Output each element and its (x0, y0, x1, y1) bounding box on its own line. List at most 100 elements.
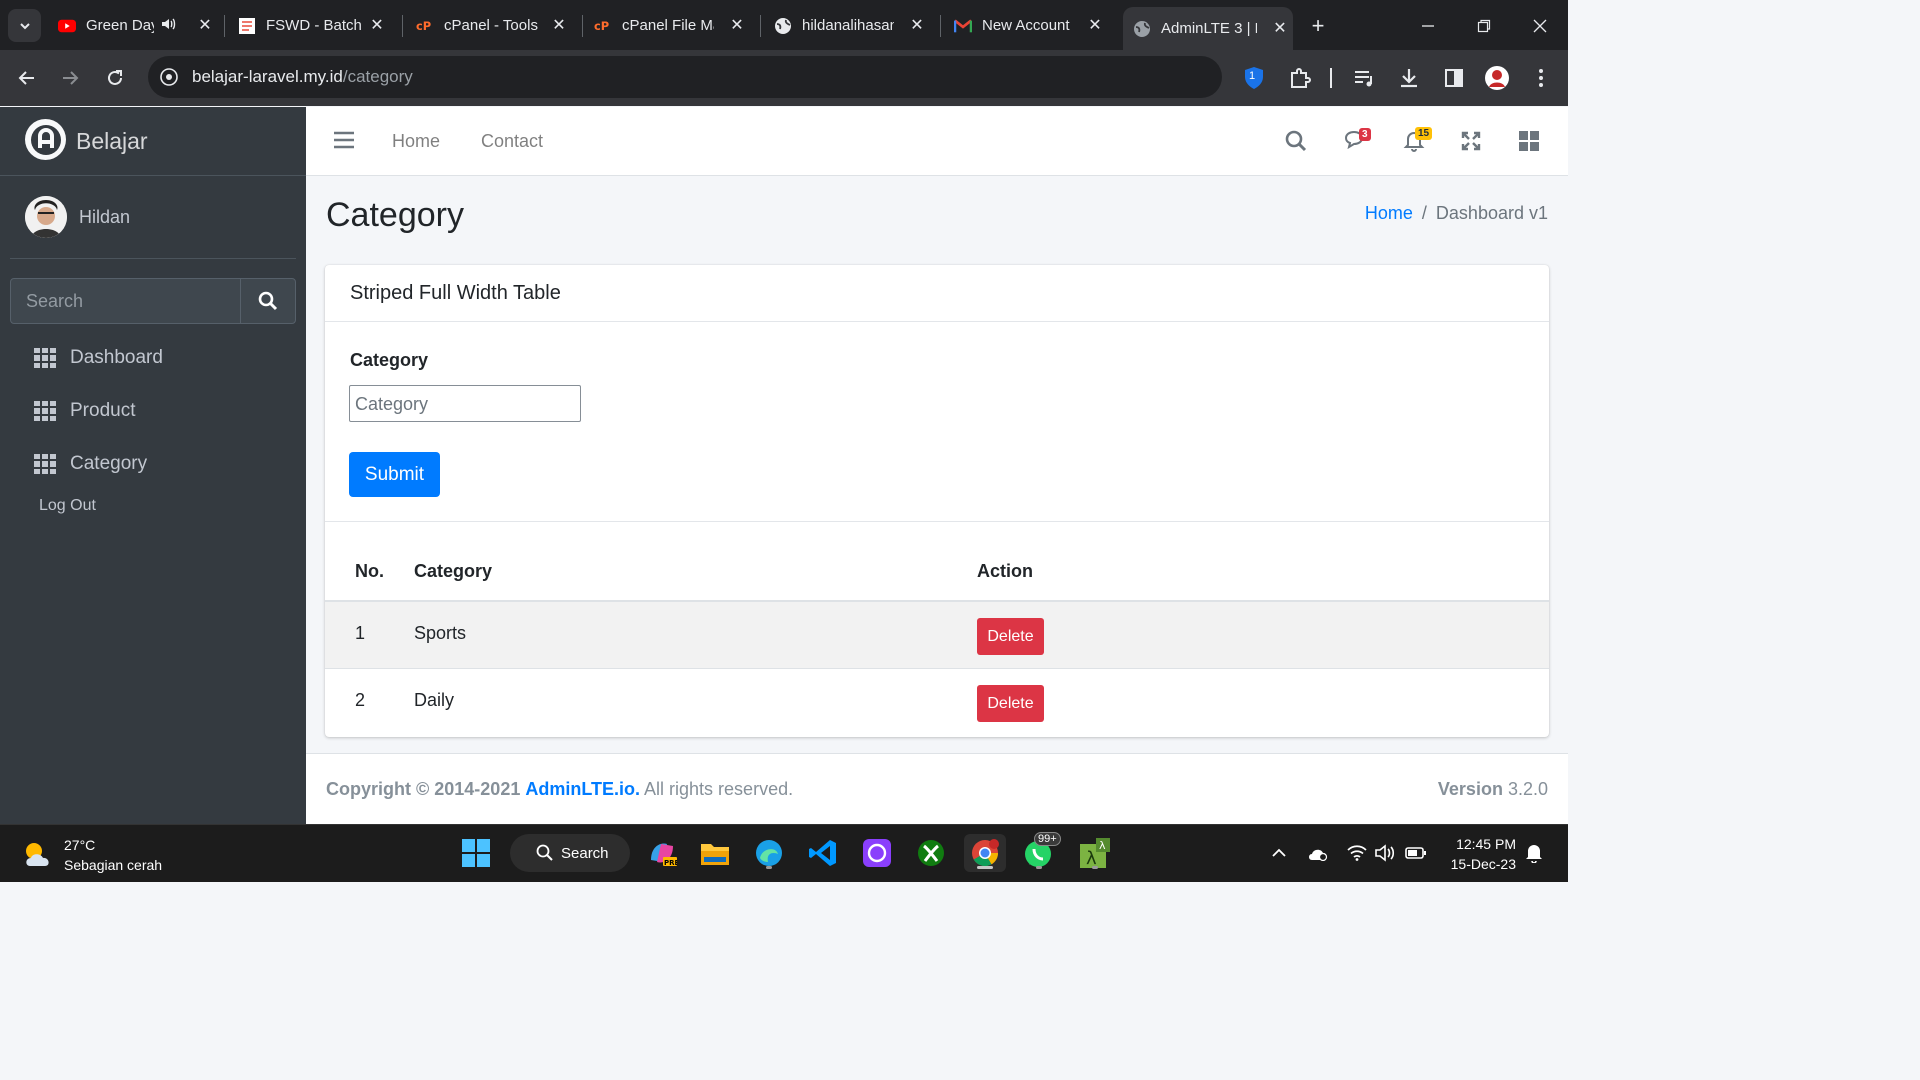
browser-tab-2[interactable]: FSWD - Batch ✕ (238, 9, 390, 42)
close-window-button[interactable] (1526, 12, 1554, 40)
more-vertical-icon (1539, 69, 1543, 87)
downloads-button[interactable] (1395, 64, 1423, 92)
minimize-icon (1422, 25, 1434, 27)
browser-tab-1[interactable]: Green Day ✕ (58, 9, 218, 42)
category-input[interactable]: Category (349, 385, 581, 422)
volume-tray[interactable] (1374, 841, 1398, 865)
site-info-icon[interactable] (160, 68, 178, 86)
partly-cloudy-icon (26, 843, 49, 866)
media-controls-button[interactable] (1350, 64, 1378, 92)
user-name[interactable]: Hildan (79, 207, 130, 228)
laragon-app[interactable]: λλ (1076, 834, 1114, 872)
copyright-prefix: Copyright © 2014-2021 (326, 779, 521, 799)
tab-search-dropdown-button[interactable] (8, 9, 41, 42)
browser-toolbar: belajar-laravel.my.id/category 1 (0, 50, 1568, 106)
battery-tray[interactable] (1404, 841, 1428, 865)
url-host: belajar-laravel.my.id (192, 67, 343, 86)
clock-time: 12:45 PM (1456, 836, 1516, 852)
notifications-dropdown[interactable]: 15 (1402, 127, 1433, 153)
back-button[interactable] (13, 64, 41, 92)
weather-widget[interactable]: 27°C Sebagian cerah (22, 835, 162, 875)
extensions-button[interactable] (1286, 64, 1314, 92)
battery-icon (1405, 847, 1426, 859)
version-label: Version (1437, 779, 1503, 799)
chrome-app[interactable] (964, 834, 1006, 872)
sidebar-item-product[interactable]: Product (34, 396, 135, 426)
hamburger-menu-icon[interactable] (334, 131, 354, 149)
reload-icon (108, 70, 122, 85)
restore-button[interactable] (1470, 12, 1498, 40)
xbox-app[interactable] (912, 834, 950, 872)
search-icon (536, 844, 553, 861)
whatsapp-app[interactable]: 99+ (1020, 832, 1061, 872)
brand-link[interactable]: Belajar (0, 107, 306, 176)
onedrive-tray[interactable] (1306, 841, 1330, 865)
file-explorer-app[interactable] (696, 834, 734, 872)
sidebar-item-dashboard[interactable]: Dashboard (34, 343, 163, 373)
browser-tab-3[interactable]: cP cPanel - Tools ✕ (416, 9, 572, 42)
sidebar-search-button[interactable] (240, 279, 295, 323)
copilot-app[interactable]: PRE (643, 834, 681, 872)
show-hidden-icons-button[interactable] (1267, 841, 1291, 865)
vscode-app[interactable] (804, 834, 842, 872)
cpanel-icon: cP (416, 17, 434, 35)
delete-button[interactable]: Delete (977, 685, 1044, 722)
edge-app[interactable] (750, 834, 788, 872)
adminlte-link[interactable]: AdminLTE.io. (525, 779, 640, 799)
edge-icon (756, 840, 782, 866)
close-tab-icon[interactable]: ✕ (1086, 16, 1104, 34)
control-sidebar-button[interactable] (1517, 129, 1541, 153)
browser-tab-5[interactable]: hildanalihasan ✕ (774, 9, 930, 42)
navbar-search-button[interactable] (1284, 129, 1308, 153)
close-tab-icon[interactable]: ✕ (908, 16, 926, 34)
version-number: 3.2.0 (1507, 779, 1548, 799)
github-desktop-app[interactable] (858, 834, 896, 872)
sidebar-search[interactable]: Search (10, 278, 296, 324)
sidebar-item-label: Product (70, 400, 136, 421)
speaker-icon[interactable] (160, 16, 176, 36)
cpanel-icon: cP (594, 17, 612, 35)
reload-button[interactable] (101, 64, 129, 92)
notifications-badge: 15 (1415, 127, 1433, 140)
taskbar-search[interactable]: Search (510, 834, 630, 872)
side-panel-button[interactable] (1440, 64, 1468, 92)
svg-text:cP: cP (594, 19, 609, 33)
nav-link-home[interactable]: Home (392, 131, 440, 152)
sidebar-item-category[interactable]: Category (34, 449, 147, 479)
fullscreen-button[interactable] (1459, 129, 1483, 153)
browser-menu-button[interactable] (1527, 64, 1555, 92)
wifi-tray[interactable] (1345, 841, 1369, 865)
running-indicator (1036, 866, 1042, 869)
taskbar-search-label: Search (561, 844, 609, 862)
address-bar[interactable]: belajar-laravel.my.id/category (148, 56, 1222, 98)
bitwarden-extension[interactable]: 1 (1240, 64, 1268, 92)
breadcrumb-home-link[interactable]: Home (1365, 203, 1413, 223)
browser-tab-6[interactable]: New Account ✕ (954, 9, 1108, 42)
logout-link[interactable]: Log Out (39, 497, 96, 515)
notification-center-button[interactable] (1522, 841, 1546, 865)
browser-tab-active[interactable]: AdminLTE 3 | D ✕ (1123, 7, 1293, 50)
close-tab-icon[interactable]: ✕ (196, 16, 214, 34)
running-indicator (1092, 866, 1098, 869)
sidebar-search-input[interactable]: Search (26, 291, 83, 312)
toolbar-divider (1330, 68, 1332, 88)
forward-button[interactable] (56, 64, 84, 92)
delete-button[interactable]: Delete (977, 618, 1044, 655)
side-panel-icon (1445, 69, 1463, 87)
nav-link-contact[interactable]: Contact (481, 131, 543, 152)
browser-tab-4[interactable]: cP cPanel File Ma ✕ (594, 9, 750, 42)
close-tab-icon[interactable]: ✕ (550, 16, 568, 34)
close-tab-icon[interactable]: ✕ (1271, 19, 1289, 37)
globe-icon (774, 17, 792, 35)
profile-button[interactable] (1483, 64, 1511, 92)
minimize-button[interactable] (1414, 12, 1442, 40)
messages-dropdown[interactable]: 3 (1344, 128, 1371, 153)
new-tab-button[interactable]: + (1305, 13, 1331, 39)
weather-description: Sebagian cerah (64, 857, 163, 873)
submit-button[interactable]: Submit (349, 452, 440, 497)
start-button[interactable] (457, 834, 495, 872)
close-tab-icon[interactable]: ✕ (728, 16, 746, 34)
avatar[interactable] (25, 196, 67, 238)
close-tab-icon[interactable]: ✕ (368, 16, 386, 34)
system-clock[interactable]: 12:45 PM 15-Dec-23 (1451, 834, 1516, 874)
